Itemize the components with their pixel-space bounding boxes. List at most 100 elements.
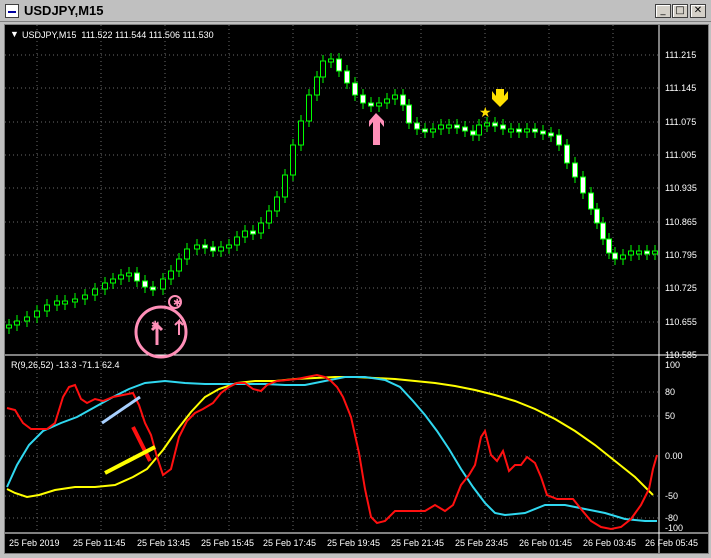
candle-body [176, 258, 182, 272]
candle-body [636, 250, 642, 255]
candle-body [126, 272, 132, 277]
candle-body [628, 250, 634, 256]
window-titlebar[interactable]: USDJPY,M15 _ □ ✕ [0, 0, 711, 22]
candle-body [184, 248, 190, 260]
candle-body [580, 176, 586, 194]
candle-body [34, 310, 40, 318]
candle-body [72, 298, 78, 303]
candle-body [150, 286, 156, 291]
chart-canvas[interactable]: ▼ USDJPY,M15 111.522 111.544 111.506 111… [5, 25, 708, 553]
candle-body [352, 82, 358, 96]
indicator-level-label: 80 [665, 387, 675, 397]
up-arrow-icon [150, 321, 164, 345]
candle-body [282, 174, 288, 198]
price-label: 111.005 [665, 150, 696, 160]
candle-body [414, 122, 420, 130]
down-arrow-icon [492, 89, 508, 107]
candle-body [500, 124, 506, 130]
time-label: 26 Feb 03:45 [583, 538, 636, 548]
price-label: 110.795 [665, 250, 697, 260]
chart-header-arrow: ▼ [10, 29, 19, 39]
price-label: 111.145 [665, 83, 696, 93]
candle-body [258, 222, 264, 234]
candle-body [54, 300, 60, 306]
candle-body [438, 124, 444, 130]
candle-body [400, 94, 406, 106]
candle-body [24, 316, 30, 322]
maximize-button[interactable]: □ [672, 4, 688, 18]
candle-body [368, 102, 374, 107]
candle-body [202, 244, 208, 249]
candle-body [328, 58, 334, 63]
candle-body [250, 230, 256, 235]
time-label: 25 Feb 23:45 [455, 538, 508, 548]
indicator-level-label: -100 [665, 523, 683, 533]
candle-body [314, 76, 320, 96]
star-icon: ★ [479, 104, 492, 120]
candle-body [462, 126, 468, 132]
candle-body [556, 134, 562, 146]
indicator-level-label: -80 [665, 513, 678, 523]
indicator-header: R(9,26,52) -13.3 -71.1 62.4 [11, 360, 120, 370]
time-label: 25 Feb 17:45 [263, 538, 316, 548]
candle-body [102, 282, 108, 290]
indicator-level-label: -50 [665, 491, 678, 501]
candle-body [242, 230, 248, 238]
candle-body [298, 120, 304, 146]
buy-signal-group: ✱ ✱ [134, 295, 188, 359]
candle-body [564, 144, 570, 164]
close-button[interactable]: ✕ [690, 4, 706, 18]
candle-body [14, 320, 20, 326]
candle-body [612, 252, 618, 260]
time-label: 26 Feb 05:45 [645, 538, 698, 548]
candle-body [92, 288, 98, 296]
candle-body [360, 94, 366, 104]
candle-body [446, 124, 452, 129]
up-arrow-icon [174, 318, 184, 335]
time-label: 25 Feb 2019 [9, 538, 60, 548]
candle-body [218, 246, 224, 252]
price-label: 111.075 [665, 117, 696, 127]
up-arrow-icon [369, 113, 384, 145]
candle-body [392, 94, 398, 100]
candle-body [266, 210, 272, 224]
main-grid [5, 25, 659, 355]
candle-body [118, 274, 124, 280]
price-label: 110.935 [665, 183, 697, 193]
indicator-level-label: 100 [665, 360, 680, 370]
candle-body [524, 128, 530, 133]
candle-body [274, 196, 280, 212]
candle-body [470, 130, 476, 136]
candle-body [290, 144, 296, 176]
time-label: 25 Feb 19:45 [327, 538, 380, 548]
candle-body [532, 128, 538, 133]
candle-body [594, 208, 600, 224]
time-label: 25 Feb 13:45 [137, 538, 190, 548]
candle-body [476, 124, 482, 136]
candle-body [384, 98, 390, 104]
candle-body [516, 128, 522, 133]
candle-body [376, 102, 382, 107]
candle-body [62, 300, 68, 305]
candle-body [210, 246, 216, 252]
candle-body [142, 280, 148, 288]
candle-body [82, 294, 88, 300]
price-label: 110.655 [665, 317, 697, 327]
time-label: 26 Feb 01:45 [519, 538, 572, 548]
candle-body [336, 58, 342, 72]
time-label: 25 Feb 15:45 [201, 538, 254, 548]
candle-body [588, 192, 594, 210]
candle-body [492, 122, 498, 127]
price-label: 110.865 [665, 217, 697, 227]
candle-body [600, 222, 606, 240]
chart-header: USDJPY,M15 111.522 111.544 111.506 111.5… [22, 30, 214, 40]
time-label: 25 Feb 21:45 [391, 538, 444, 548]
minimize-button[interactable]: _ [655, 4, 671, 18]
candle-body [548, 132, 554, 137]
indicator-line-yellow [6, 376, 654, 499]
window-title: USDJPY,M15 [24, 3, 104, 18]
chart-frame[interactable]: ▼ USDJPY,M15 111.522 111.544 111.506 111… [4, 24, 709, 554]
candle-body [652, 250, 658, 255]
price-label: 111.215 [665, 50, 696, 60]
candle-body [422, 128, 428, 133]
